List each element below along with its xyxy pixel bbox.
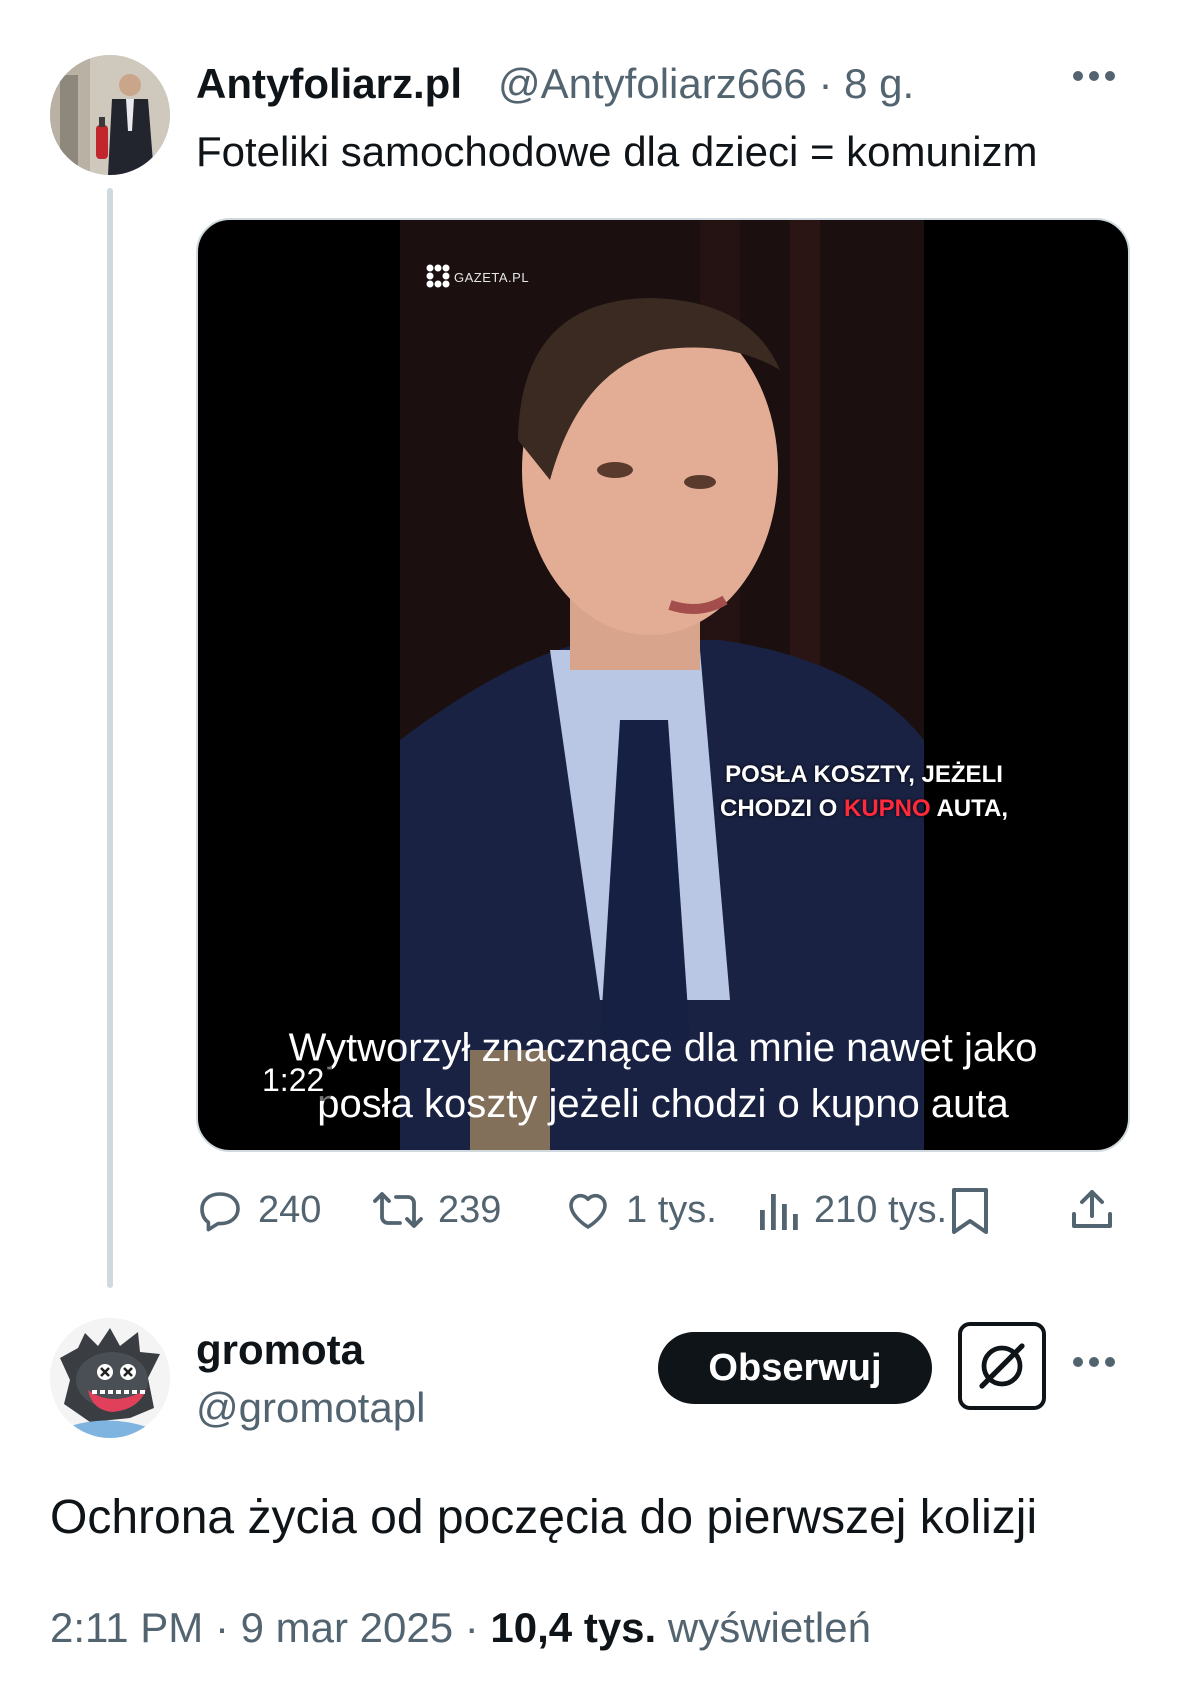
reply-more-options-button[interactable] — [1072, 1352, 1116, 1377]
grok-icon — [979, 1343, 1025, 1389]
more-dots-icon — [1073, 1357, 1115, 1367]
subtitle-line1: Wytworzył znacznące dla mnie nawet jako — [288, 1026, 1038, 1070]
closed-captions: Wytworzył znacznące dla mnie nawet jako … — [198, 1020, 1128, 1132]
views-button[interactable]: 210 tys. — [756, 1186, 947, 1234]
reply-author-handle[interactable]: @gromotapl — [196, 1384, 425, 1432]
reply-button[interactable]: 240 — [196, 1186, 321, 1234]
author-avatar[interactable] — [50, 55, 170, 175]
more-options-button[interactable] — [1072, 66, 1116, 91]
views-count: 210 tys. — [814, 1188, 948, 1231]
video-frame: POSŁA KOSZTY, JEŻELI CHODZI O KUPNO AUTA… — [400, 220, 1008, 1150]
share-button[interactable] — [1068, 1186, 1116, 1234]
video-watermark: GAZETA.PL — [454, 270, 530, 285]
burned-in-caption: POSŁA KOSZTY, JEŻELI CHODZI O KUPNO AUTA… — [602, 758, 1126, 826]
bookmark-button[interactable] — [948, 1186, 992, 1236]
burned-caption-line1: POSŁA KOSZTY, JEŻELI — [725, 761, 1003, 788]
repost-icon — [373, 1192, 423, 1228]
repost-button[interactable]: 239 — [372, 1186, 501, 1234]
follow-button[interactable]: Obserwuj — [658, 1332, 932, 1404]
bookmark-icon — [952, 1188, 988, 1234]
repost-count: 239 — [438, 1188, 502, 1231]
author-meta: @Antyfoliarz666 · 8 g. — [498, 60, 914, 108]
reply-views-label: wyświetleń — [667, 1604, 871, 1651]
tweet-actions: 240 239 1 tys. 210 tys. — [196, 1186, 1126, 1246]
like-count: 1 tys. — [626, 1188, 717, 1231]
video-player[interactable]: POSŁA KOSZTY, JEŻELI CHODZI O KUPNO AUTA… — [196, 218, 1130, 1152]
analytics-icon — [760, 1194, 798, 1230]
avatar-image — [50, 1318, 170, 1438]
like-button[interactable]: 1 tys. — [564, 1186, 717, 1234]
reply-date[interactable]: 9 mar 2025 — [241, 1604, 453, 1651]
reply-views-count: 10,4 tys. — [490, 1604, 657, 1651]
reply-tweet-text: Ochrona życia od poczęcia do pierwszej k… — [50, 1491, 1038, 1544]
tweet-time[interactable]: 8 g. — [844, 60, 914, 107]
video-duration: 1:22 — [254, 1060, 333, 1101]
meta-separator: · — [464, 1604, 491, 1651]
subtitle-line2: posła koszty jeżeli chodzi o kupno auta — [317, 1082, 1009, 1126]
meta-separator: · — [214, 1604, 241, 1651]
burned-caption-line2: CHODZI O KUPNO AUTA, — [720, 795, 1008, 822]
author-handle[interactable]: @Antyfoliarz666 — [498, 60, 807, 107]
reply-author-name[interactable]: gromota — [196, 1326, 364, 1374]
share-icon — [1072, 1190, 1112, 1228]
avatar-image — [50, 55, 170, 175]
tweet-text: Foteliki samochodowe dla dzieci = komuni… — [196, 128, 1038, 175]
author-name[interactable]: Antyfoliarz.pl — [196, 60, 462, 108]
grok-button[interactable] — [958, 1322, 1046, 1410]
video-still — [400, 220, 924, 1150]
thread-connector — [107, 188, 113, 1288]
heart-icon — [569, 1193, 607, 1229]
reply-tweet-meta: 2:11 PM · 9 mar 2025 · 10,4 tys. wyświet… — [50, 1604, 871, 1652]
reply-time[interactable]: 2:11 PM — [50, 1604, 203, 1651]
meta-separator: · — [818, 60, 833, 107]
reply-icon — [200, 1192, 240, 1232]
reply-count: 240 — [258, 1188, 322, 1231]
reply-author-avatar[interactable] — [50, 1318, 170, 1438]
more-dots-icon — [1073, 71, 1115, 81]
